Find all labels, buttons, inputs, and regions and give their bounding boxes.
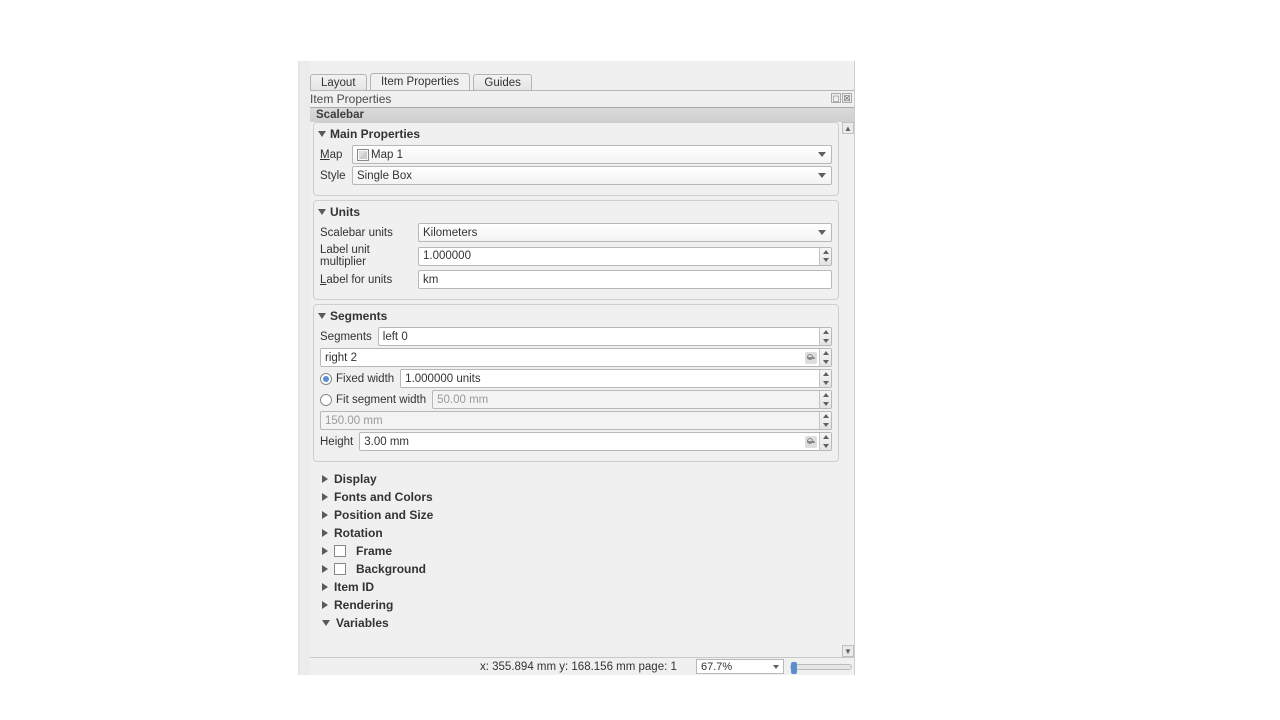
properties-scroll-area: Main Properties Map Map 1 Style Single B… (310, 122, 842, 657)
tab-layout[interactable]: Layout (310, 74, 367, 91)
collapsed-sections: Display Fonts and Colors Position and Si… (310, 466, 842, 630)
section-fonts-colors[interactable]: Fonts and Colors (322, 490, 838, 504)
map-label: Map (320, 149, 346, 161)
radio-fit-segment-icon[interactable] (320, 394, 332, 406)
section-background[interactable]: Background (322, 562, 838, 576)
vertical-scrollbar[interactable]: ▲ ▼ (842, 122, 854, 657)
panel-window-buttons: ◻ ⊠ (831, 93, 852, 103)
spinner-buttons (819, 391, 831, 408)
section-item-id[interactable]: Item ID (322, 580, 838, 594)
spinner-buttons[interactable] (819, 349, 831, 366)
status-bar: x: 355.894 mm y: 168.156 mm page: 1 67.7… (310, 657, 854, 675)
tab-item-properties[interactable]: Item Properties (370, 73, 470, 91)
scalebar-units-dropdown[interactable]: Kilometers (418, 223, 832, 242)
section-position-size[interactable]: Position and Size (322, 508, 838, 522)
scroll-up-icon[interactable]: ▲ (842, 122, 854, 134)
main-properties-header[interactable]: Main Properties (318, 127, 832, 141)
segments-left-spinner[interactable]: left 0 (378, 327, 832, 346)
segments-right-spinner[interactable]: right 2 (320, 348, 832, 367)
close-panel-icon[interactable]: ⊠ (842, 93, 852, 103)
segments-label: Segments (320, 331, 372, 343)
properties-panel: Layout Item Properties Guides Item Prope… (298, 61, 855, 675)
label-for-units-input[interactable]: km (418, 270, 832, 289)
fit-min-spinner: 50.00 mm (432, 390, 832, 409)
scalebar-units-label: Scalebar units (320, 227, 412, 239)
fixed-width-radio-row[interactable]: Fixed width (320, 373, 394, 385)
map-dropdown[interactable]: Map 1 (352, 145, 832, 164)
style-label: Style (320, 170, 346, 182)
spinner-buttons[interactable] (819, 328, 831, 345)
label-for-units-label: Label for units (320, 274, 412, 286)
panel-title: Item Properties (310, 92, 391, 106)
fit-max-spinner: 150.00 mm (320, 411, 832, 430)
section-display[interactable]: Display (322, 472, 838, 486)
zoom-slider[interactable] (790, 664, 852, 670)
background-checkbox[interactable] (334, 563, 346, 575)
spinner-buttons[interactable] (819, 248, 831, 265)
fit-segment-radio-row[interactable]: Fit segment width (320, 394, 426, 406)
item-type-header: Scalebar (310, 107, 854, 123)
group-main-properties: Main Properties Map Map 1 Style Single B… (313, 122, 839, 196)
fixed-width-spinner[interactable]: 1.000000 units (400, 369, 832, 388)
spinner-buttons[interactable] (819, 370, 831, 387)
data-defined-icon[interactable] (805, 436, 817, 448)
section-frame[interactable]: Frame (322, 544, 838, 558)
map-icon (357, 149, 369, 161)
spinner-buttons (819, 412, 831, 429)
multiplier-spinner[interactable]: 1.000000 (418, 247, 832, 266)
undock-icon[interactable]: ◻ (831, 93, 841, 103)
scroll-down-icon[interactable]: ▼ (842, 645, 854, 657)
group-units: Units Scalebar units Kilometers Label un… (313, 200, 839, 300)
units-header[interactable]: Units (318, 205, 832, 219)
frame-checkbox[interactable] (334, 545, 346, 557)
style-dropdown[interactable]: Single Box (352, 166, 832, 185)
tab-guides[interactable]: Guides (473, 74, 531, 91)
section-rendering[interactable]: Rendering (322, 598, 838, 612)
height-spinner[interactable]: 3.00 mm (359, 432, 832, 451)
segments-header[interactable]: Segments (318, 309, 832, 323)
group-segments: Segments Segments left 0 right 2 Fix (313, 304, 839, 462)
status-coords: x: 355.894 mm y: 168.156 mm page: 1 (480, 661, 677, 673)
zoom-slider-thumb[interactable] (791, 662, 797, 674)
section-rotation[interactable]: Rotation (322, 526, 838, 540)
height-label: Height (320, 436, 353, 448)
data-defined-icon[interactable] (805, 352, 817, 364)
multiplier-label: Label unit multiplier (320, 244, 412, 268)
radio-fixed-width-icon[interactable] (320, 373, 332, 385)
tab-divider (310, 90, 854, 91)
spinner-buttons[interactable] (819, 433, 831, 450)
section-variables[interactable]: Variables (322, 616, 838, 630)
panel-gutter (300, 61, 310, 675)
panel-tabs: Layout Item Properties Guides (310, 71, 854, 88)
zoom-dropdown[interactable]: 67.7% (696, 659, 784, 674)
